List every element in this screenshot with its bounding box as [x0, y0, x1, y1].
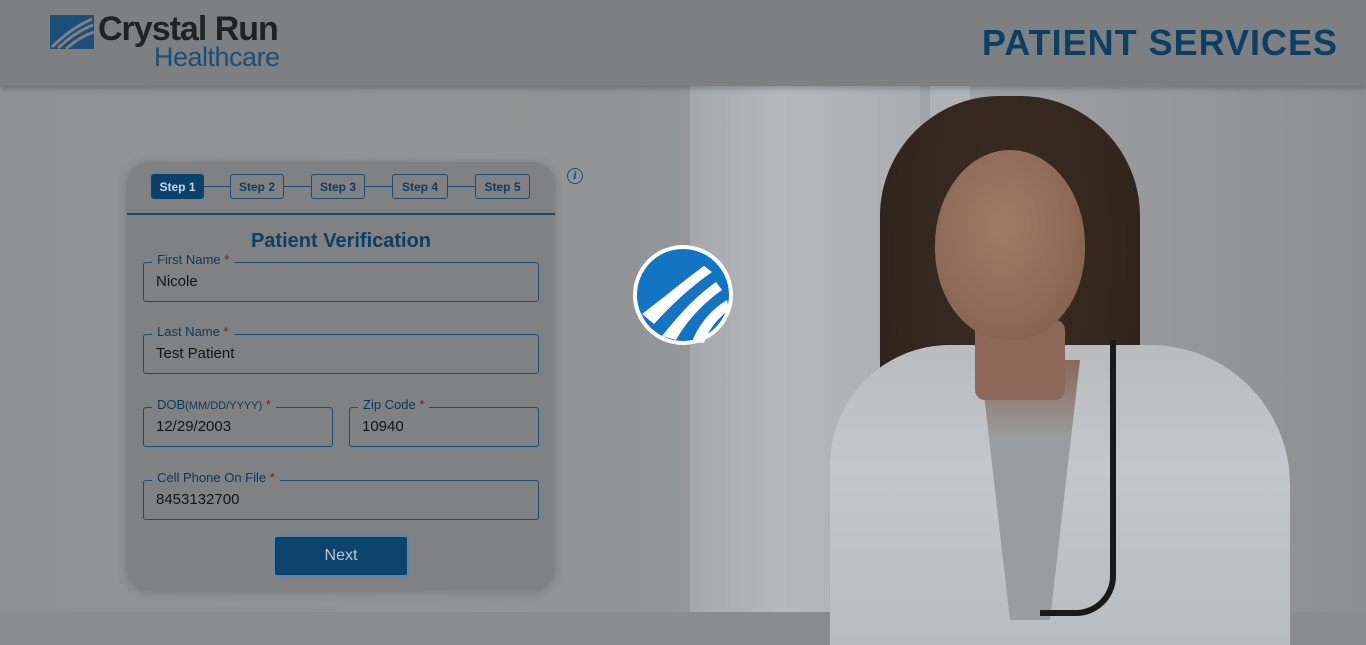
last-name-field[interactable]: Last Name *: [143, 324, 539, 374]
step-connector: [284, 186, 311, 187]
site-header: Crystal Run Healthcare PATIENT SERVICES: [0, 0, 1366, 86]
doctor-photo-stethoscope: [1040, 340, 1116, 616]
next-button[interactable]: Next: [273, 535, 409, 577]
first-name-field[interactable]: First Name *: [143, 252, 539, 302]
step-3[interactable]: Step 3: [311, 174, 365, 199]
dob-input[interactable]: [156, 418, 316, 435]
zip-code-label: Zip Code *: [358, 397, 430, 412]
verification-card: Step 1 Step 2 Step 3 Step 4 Step 5 Patie…: [127, 162, 555, 590]
first-name-input[interactable]: [156, 273, 491, 290]
logo-mark-icon: [50, 15, 94, 49]
info-icon[interactable]: i: [567, 168, 583, 184]
last-name-input[interactable]: [156, 345, 491, 362]
loading-spinner-icon: [633, 245, 733, 345]
logo-subtitle: Healthcare: [154, 42, 280, 72]
doctor-photo-face: [935, 150, 1085, 340]
page-heading: PATIENT SERVICES: [981, 22, 1338, 63]
first-name-label: First Name *: [152, 252, 235, 267]
crystal-run-logo[interactable]: Crystal Run Healthcare: [50, 10, 310, 72]
step-2[interactable]: Step 2: [230, 174, 284, 199]
next-button-label: Next: [277, 539, 405, 573]
zip-code-input[interactable]: [362, 418, 522, 435]
step-5[interactable]: Step 5: [475, 174, 530, 199]
zip-code-field[interactable]: Zip Code *: [349, 397, 539, 447]
step-1[interactable]: Step 1: [151, 174, 204, 199]
cell-phone-label: Cell Phone On File *: [152, 470, 280, 485]
form-title: Patient Verification: [250, 230, 432, 252]
dob-label: DOB(MM/DD/YYYY) *: [152, 397, 276, 412]
step-connector: [204, 186, 230, 187]
step-connector: [448, 186, 475, 187]
step-progress: Step 1 Step 2 Step 3 Step 4 Step 5: [127, 162, 555, 215]
step-4[interactable]: Step 4: [392, 174, 448, 199]
cell-phone-input[interactable]: [156, 491, 491, 508]
cell-phone-field[interactable]: Cell Phone On File *: [143, 470, 539, 520]
step-connector: [365, 186, 392, 187]
dob-field[interactable]: DOB(MM/DD/YYYY) *: [143, 397, 333, 447]
last-name-label: Last Name *: [152, 324, 234, 339]
